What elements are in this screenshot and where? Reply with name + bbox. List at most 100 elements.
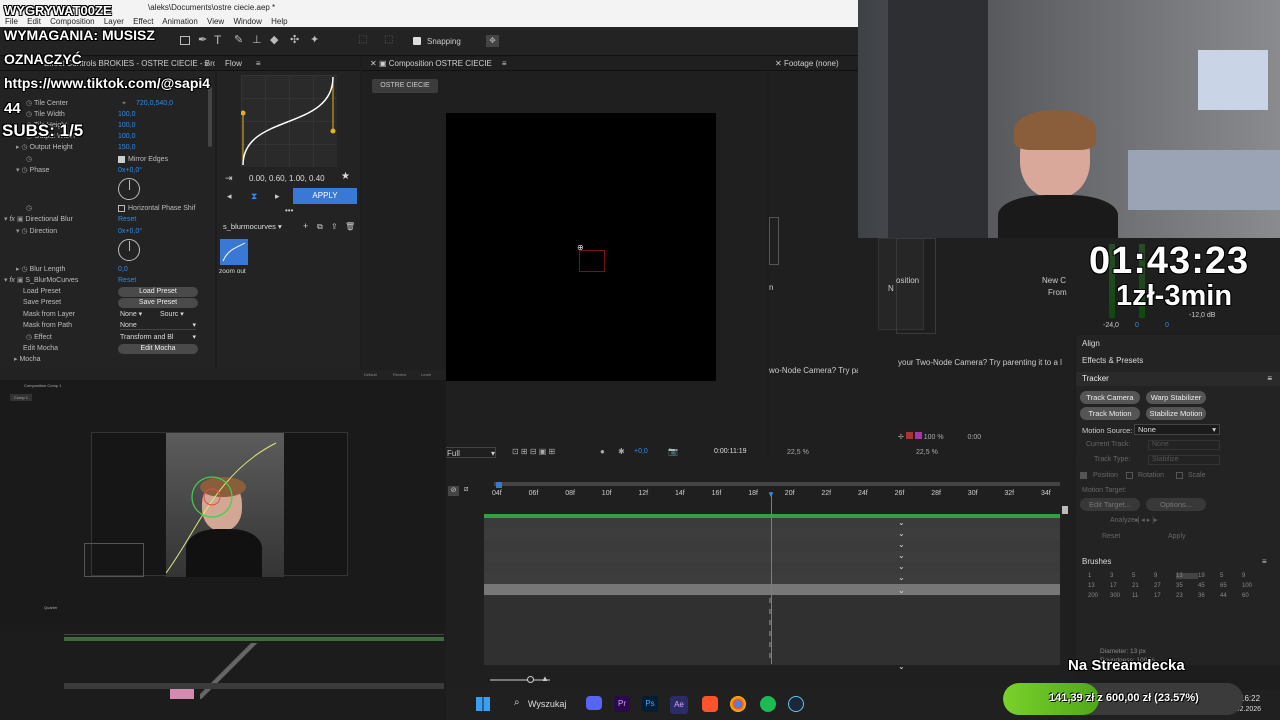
- flow-tab[interactable]: Flow ≡: [217, 57, 360, 71]
- mask-layer-select[interactable]: None ▾: [120, 310, 154, 319]
- fit-icon[interactable]: ⊡ ⊞ ⊟ ▣ ⊞: [512, 447, 555, 456]
- ec-reset-link[interactable]: Reset: [118, 275, 136, 286]
- menu-help[interactable]: Help: [271, 17, 287, 26]
- taskbar-search[interactable]: Wyszukaj: [528, 699, 566, 709]
- panel-menu-icon[interactable]: ≡: [1267, 372, 1272, 386]
- timeline-tool-icon-2[interactable]: ⧄: [464, 486, 468, 494]
- brush-size[interactable]: 300: [1110, 593, 1132, 599]
- windows-start-icon[interactable]: [476, 697, 490, 711]
- scroll-handle[interactable]: [1062, 506, 1068, 514]
- work-area-bar[interactable]: [494, 482, 1060, 486]
- brush-size[interactable]: 100: [1242, 583, 1264, 589]
- menu-edit[interactable]: Edit: [27, 17, 41, 26]
- snap-toggle-icon[interactable]: ⬚: [358, 34, 367, 45]
- footage-zoom-2[interactable]: 22,5 %: [916, 449, 938, 456]
- layer-bar-5[interactable]: [484, 562, 1060, 573]
- ec-value[interactable]: 0,0: [118, 264, 128, 275]
- timeline-tool-icon[interactable]: ⊘: [448, 486, 459, 496]
- ec-value[interactable]: 0x+0,0°: [118, 226, 142, 237]
- ec-row-output-height[interactable]: ▸ ◷ Output Height 150,0: [16, 142, 206, 153]
- brush-size[interactable]: 9: [1242, 573, 1264, 579]
- trash-icon[interactable]: 🗑: [345, 222, 355, 231]
- stopwatch-icon[interactable]: ◷: [26, 111, 34, 118]
- stopwatch-icon[interactable]: ◷: [21, 167, 29, 174]
- zoom-in-icon[interactable]: ▲: [541, 674, 549, 683]
- crosshair-icon[interactable]: ⌖: [122, 98, 126, 109]
- brushes-header[interactable]: Brushes: [1082, 557, 1111, 566]
- ec-value[interactable]: 0x+0,0°: [118, 165, 142, 176]
- layer-bar-4[interactable]: [484, 551, 1060, 562]
- stopwatch-icon[interactable]: ◷: [26, 205, 32, 212]
- ec-row-mocha[interactable]: ▸ Mocha: [14, 354, 194, 365]
- layer-bar-2[interactable]: [484, 529, 1060, 540]
- brush-size[interactable]: 3: [1110, 573, 1132, 579]
- exposure-icon[interactable]: ✱: [618, 447, 625, 456]
- layer-toggle-icon[interactable]: ⌄: [898, 662, 914, 671]
- ec-row-phase[interactable]: ▾ ◷ Phase 0x+0,0°: [16, 165, 206, 176]
- premiere-icon[interactable]: Pr: [614, 696, 630, 712]
- layer-bar-3[interactable]: [484, 540, 1060, 551]
- brush-size[interactable]: 13: [1176, 573, 1198, 579]
- ec-row-mirror-edges[interactable]: ◷ Mirror Edges: [26, 154, 206, 165]
- work-area-start[interactable]: [496, 482, 502, 488]
- menu-layer[interactable]: Layer: [104, 17, 124, 26]
- menu-animation[interactable]: Animation: [162, 17, 198, 26]
- nested-btn[interactable]: Default: [364, 370, 377, 380]
- panel-menu-icon[interactable]: ≡: [1262, 557, 1267, 566]
- ec-value[interactable]: 100,0: [118, 109, 136, 120]
- spotify-icon[interactable]: [760, 696, 776, 712]
- preset-select[interactable]: s_blurmocurves ▾: [223, 221, 299, 232]
- warp-stabilizer-button[interactable]: Warp Stabilizer: [1146, 391, 1206, 404]
- brush-size[interactable]: 11: [1132, 593, 1154, 599]
- photoshop-icon[interactable]: Ps: [642, 696, 658, 712]
- brush-size[interactable]: 21: [1132, 583, 1154, 589]
- brave-icon[interactable]: [702, 696, 718, 712]
- brush-size[interactable]: 65: [1220, 583, 1242, 589]
- phase-dial[interactable]: [118, 178, 140, 200]
- brush-grid[interactable]: 1 3 5 9 13 19 5 9 13 17 21 27 35 45 65 1…: [1088, 573, 1268, 641]
- time-value[interactable]: 0:00: [968, 434, 982, 441]
- ec-row-tile-width[interactable]: ◷ Tile Width 100,0: [26, 109, 206, 120]
- menu-file[interactable]: File: [5, 17, 18, 26]
- brush-size[interactable]: 17: [1154, 593, 1176, 599]
- stopwatch-icon[interactable]: ◷: [21, 228, 29, 235]
- text-tool-icon[interactable]: T: [214, 33, 221, 47]
- stabilize-motion-button[interactable]: Stabilize Motion: [1146, 407, 1206, 420]
- rect-tool-icon[interactable]: [180, 36, 190, 45]
- ec-value[interactable]: 150,0: [118, 142, 136, 153]
- playhead[interactable]: [771, 492, 772, 664]
- fx-icon[interactable]: fx: [9, 277, 16, 284]
- layer-toggle-icon[interactable]: ⌄: [898, 586, 914, 595]
- load-preset-button[interactable]: Load Preset: [118, 287, 198, 297]
- mask-path-select[interactable]: None ▾: [120, 321, 196, 330]
- layer-toggle-icon[interactable]: ⌄: [898, 529, 914, 538]
- snap-options-icon[interactable]: ✥: [486, 35, 499, 47]
- layer-bar-7[interactable]: [484, 584, 1060, 595]
- bezier-curve[interactable]: [241, 75, 337, 167]
- panel-menu-icon[interactable]: »: [204, 59, 208, 68]
- source-select[interactable]: Sourc ▾: [160, 310, 196, 319]
- menu-view[interactable]: View: [207, 17, 224, 26]
- layer-toggle-icon[interactable]: ⌄: [898, 562, 914, 571]
- add-icon[interactable]: +: [303, 221, 308, 231]
- brush-size[interactable]: 5: [1132, 573, 1154, 579]
- more-icon[interactable]: •••: [285, 206, 293, 215]
- stopwatch-icon[interactable]: ◷: [26, 100, 34, 107]
- fx-icon[interactable]: fx: [9, 216, 16, 223]
- brush-size[interactable]: 200: [1088, 593, 1110, 599]
- effects-presets-header[interactable]: Effects & Presets: [1082, 356, 1143, 365]
- ec-row-direction[interactable]: ▾ ◷ Direction 0x+0,0°: [16, 226, 206, 237]
- tracker-header[interactable]: Tracker ≡: [1076, 372, 1280, 386]
- ec-value[interactable]: 100,0: [118, 131, 136, 142]
- composition-tab[interactable]: ✕ ▣ Composition OSTRE CIECIE ≡: [362, 57, 767, 71]
- hourglass-icon[interactable]: ⧗: [251, 191, 257, 202]
- track-motion-button[interactable]: Track Motion: [1080, 407, 1140, 420]
- steam-icon[interactable]: [788, 696, 804, 712]
- timecode[interactable]: 0:00:11:19: [714, 448, 747, 455]
- layer-toggle-icon[interactable]: ⌄: [898, 573, 914, 582]
- copy-icon[interactable]: ⧉: [317, 222, 323, 232]
- close-icon[interactable]: ✕: [775, 59, 784, 68]
- comp-viewer[interactable]: ⊕: [446, 113, 716, 381]
- star-icon[interactable]: ★: [341, 171, 350, 182]
- tab-menu-icon[interactable]: ≡: [256, 59, 261, 68]
